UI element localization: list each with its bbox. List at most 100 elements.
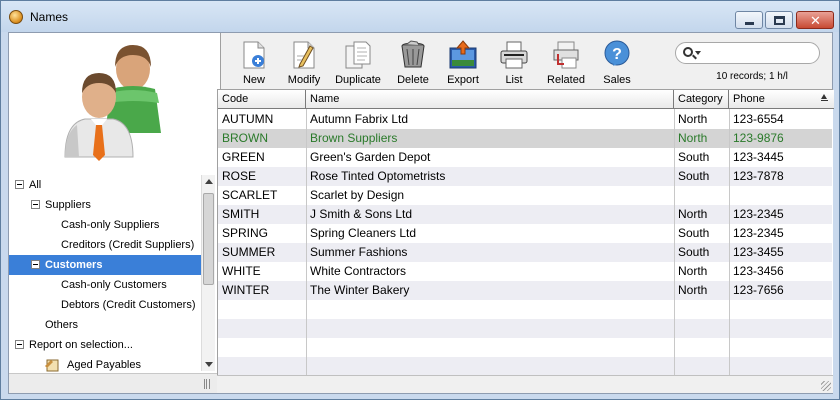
delete-button[interactable]: Delete — [385, 36, 441, 88]
cell-name: Summer Fashions — [310, 245, 408, 259]
table-row[interactable]: ROSE Rose Tinted Optometrists South 123-787… — [218, 167, 832, 186]
cell-name: The Winter Bakery — [310, 283, 410, 297]
column-header-phone[interactable]: Phone — [729, 90, 834, 109]
sort-ascending-icon[interactable] — [821, 94, 828, 101]
tree-scrollbar[interactable] — [201, 175, 215, 371]
tree-item-others[interactable]: Others — [9, 315, 201, 335]
scroll-up-icon[interactable] — [205, 179, 213, 184]
resize-grip-icon[interactable] — [821, 381, 831, 391]
trash-bin-icon — [399, 40, 427, 70]
cell-name: Spring Cleaners Ltd — [310, 226, 417, 240]
splitter-grip-icon[interactable] — [204, 379, 210, 389]
tree-item-aged-payables[interactable]: Aged Payables — [9, 355, 201, 375]
table-row[interactable]: SCARLET Scarlet by Design — [218, 186, 832, 205]
close-button[interactable]: ✕ — [796, 11, 834, 29]
cell-phone: 123-2345 — [733, 226, 784, 240]
table-row[interactable]: SMITH J Smith & Sons Ltd North 123-2345 — [218, 205, 832, 224]
collapse-icon[interactable] — [15, 180, 24, 189]
table-row[interactable]: SUMMER Summer Fashions South 123-3455 — [218, 243, 832, 262]
column-header-name[interactable]: Name — [306, 90, 674, 109]
table-row[interactable]: WHITE White Contractors North 123-3456 — [218, 262, 832, 281]
collapse-icon[interactable] — [15, 340, 24, 349]
names-table[interactable]: Code Name Category Phone AUTUMN Autumn Fa… — [217, 89, 834, 376]
list-button[interactable]: List — [486, 36, 542, 88]
pencil-document-icon — [290, 40, 318, 70]
tree-item-all[interactable]: All — [9, 175, 201, 195]
left-pane: All Suppliers Cash-only Suppliers Credit… — [9, 33, 221, 393]
cell-name: J Smith & Sons Ltd — [310, 207, 413, 221]
cell-code: WINTER — [222, 283, 270, 297]
table-header: Code Name Category Phone — [218, 90, 834, 109]
delete-button-label: Delete — [397, 74, 429, 86]
minimize-button[interactable] — [735, 11, 763, 29]
title-bar[interactable]: Names ✕ — [1, 1, 839, 32]
export-button[interactable]: Export — [435, 36, 491, 88]
table-row[interactable]: BROWN Brown Suppliers North 123-9876 — [218, 129, 832, 148]
maximize-icon — [774, 16, 785, 25]
cell-code: WHITE — [222, 264, 261, 278]
cell-code: SPRING — [222, 226, 269, 240]
cell-code: SUMMER — [222, 245, 276, 259]
table-row[interactable]: AUTUMN Autumn Fabrix Ltd North 123-6554 — [218, 110, 832, 129]
tree-item-cash-only-suppliers[interactable]: Cash-only Suppliers — [9, 215, 201, 235]
new-document-icon — [240, 40, 268, 70]
export-button-label: Export — [447, 74, 479, 86]
tree-item-report-on-selection[interactable]: Report on selection... — [9, 335, 201, 355]
tree-item-cash-only-customers[interactable]: Cash-only Customers — [9, 275, 201, 295]
table-row[interactable]: GREEN Green's Garden Depot South 123-3445 — [218, 148, 832, 167]
empty-table-row — [218, 319, 832, 338]
tree-item-customers[interactable]: Customers — [9, 255, 201, 275]
minimize-icon — [745, 22, 754, 25]
pane-splitter-bar[interactable] — [9, 373, 221, 393]
list-button-label: List — [505, 74, 523, 86]
collapse-icon[interactable] — [31, 200, 40, 209]
column-divider — [674, 109, 675, 376]
scroll-down-icon[interactable] — [205, 362, 213, 367]
maximize-button[interactable] — [765, 11, 793, 29]
table-row[interactable]: SPRING Spring Cleaners Ltd South 123-2345 — [218, 224, 832, 243]
scroll-thumb[interactable] — [203, 193, 214, 285]
empty-table-row — [218, 357, 832, 376]
modify-button[interactable]: Modify — [276, 36, 332, 88]
cell-category: North — [678, 112, 708, 126]
client-area: All Suppliers Cash-only Suppliers Credit… — [8, 32, 834, 394]
empty-table-row — [218, 338, 832, 357]
cell-category: North — [678, 283, 708, 297]
cell-category: North — [678, 264, 708, 278]
cell-category: South — [678, 226, 710, 240]
related-button[interactable]: Related — [538, 36, 594, 88]
search-input[interactable] — [675, 42, 820, 64]
collapse-icon[interactable] — [31, 260, 40, 269]
cell-phone: 123-7656 — [733, 283, 784, 297]
search-icon[interactable] — [683, 47, 693, 57]
report-icon — [45, 358, 61, 372]
related-button-label: Related — [547, 74, 585, 86]
cell-code: BROWN — [222, 131, 268, 145]
tree-item-creditors[interactable]: Creditors (Credit Suppliers) — [9, 235, 201, 255]
column-header-category[interactable]: Category — [674, 90, 729, 109]
cell-category: South — [678, 150, 710, 164]
cell-phone: 123-2345 — [733, 207, 784, 221]
column-header-code[interactable]: Code — [218, 90, 306, 109]
modify-button-label: Modify — [287, 74, 321, 86]
cell-name: Autumn Fabrix Ltd — [310, 112, 409, 126]
chevron-down-icon[interactable] — [695, 51, 701, 55]
new-button[interactable]: New — [226, 36, 282, 88]
printer-icon — [500, 40, 528, 70]
tree-item-label: Suppliers — [45, 199, 91, 211]
tree-item-label: Aged Payables — [67, 359, 141, 371]
cell-category: South — [678, 245, 710, 259]
sales-button[interactable]: ? Sales — [589, 36, 645, 88]
cell-name: White Contractors — [310, 264, 407, 278]
tree-item-debtors[interactable]: Debtors (Credit Customers) — [9, 295, 201, 315]
close-icon: ✕ — [810, 13, 821, 28]
cell-phone: 123-7878 — [733, 169, 784, 183]
table-row[interactable]: WINTER The Winter Bakery North 123-7656 — [218, 281, 832, 300]
tree-item-suppliers[interactable]: Suppliers — [9, 195, 201, 215]
duplicate-documents-icon — [344, 40, 372, 70]
duplicate-button[interactable]: Duplicate — [330, 36, 386, 88]
cell-name: Rose Tinted Optometrists — [310, 169, 446, 183]
related-icon — [552, 40, 580, 70]
app-icon — [9, 10, 23, 24]
cell-category: South — [678, 169, 710, 183]
